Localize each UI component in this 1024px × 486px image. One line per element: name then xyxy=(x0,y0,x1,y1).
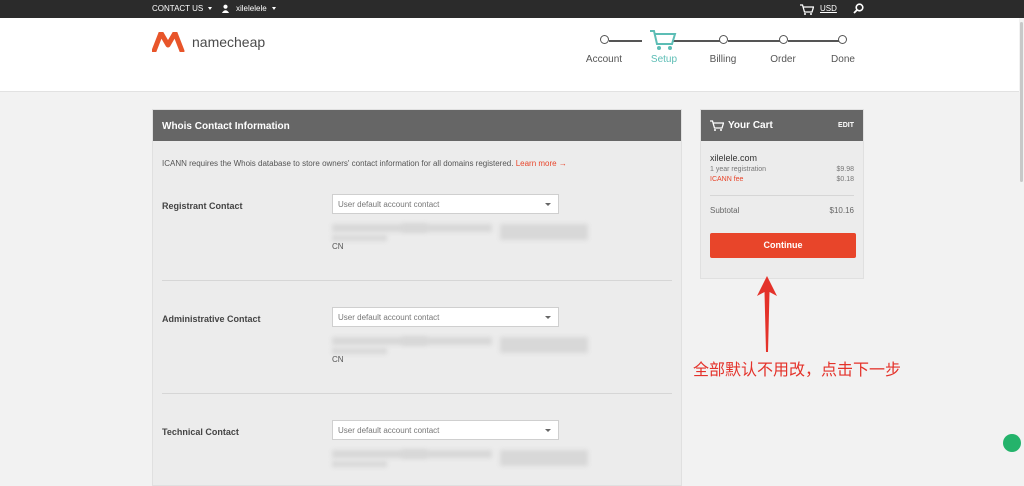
contact-row-administrative: Administrative Contact User default acco… xyxy=(162,281,672,394)
dropdown-arrow-icon xyxy=(545,429,551,432)
redacted-address xyxy=(402,224,492,232)
step-setup-label: Setup xyxy=(650,54,678,65)
contact-row-registrant: Registrant Contact User default account … xyxy=(162,168,672,281)
contact-row-technical: Technical Contact User default account c… xyxy=(162,394,672,486)
cart-line-item: ICANN fee $0.18 xyxy=(710,176,854,183)
cart-subtotal: Subtotal $10.16 xyxy=(710,206,854,215)
floating-chat-icon[interactable] xyxy=(1003,434,1021,452)
step-order-dot xyxy=(779,35,788,44)
redacted-phone xyxy=(500,224,588,240)
redacted-address xyxy=(332,348,387,354)
redacted-address xyxy=(402,450,492,458)
dropdown-arrow-icon xyxy=(545,203,551,206)
step-connector xyxy=(609,40,642,42)
contact-us-label: CONTACT US xyxy=(152,4,204,13)
checkout-steps: Account Setup Billing Order Done xyxy=(585,30,860,80)
cart-panel: Your Cart EDIT xilelele.com 1 year regis… xyxy=(700,109,864,279)
step-account-dot xyxy=(600,35,609,44)
step-billing-dot xyxy=(719,35,728,44)
namecheap-logo[interactable]: namecheap xyxy=(152,32,265,52)
select-value: User default account contact xyxy=(338,313,440,322)
step-done-label: Done xyxy=(831,54,855,65)
select-value: User default account contact xyxy=(338,200,440,209)
whois-panel: Whois Contact Information ICANN requires… xyxy=(152,109,682,486)
scrollbar-thumb[interactable] xyxy=(1020,22,1023,182)
whois-intro: ICANN requires the Whois database to sto… xyxy=(153,141,681,168)
whois-intro-text: ICANN requires the Whois database to sto… xyxy=(162,159,514,168)
line-item-label: 1 year registration xyxy=(710,166,767,173)
namecheap-logo-icon xyxy=(152,32,185,52)
line-item-price: $9.98 xyxy=(836,166,854,173)
cart-domain: xilelele.com xyxy=(710,153,758,163)
step-connector xyxy=(788,40,840,42)
contact-country: CN xyxy=(332,242,344,251)
annotation-text: 全部默认不用改，点击下一步 xyxy=(693,360,902,379)
contact-label: Registrant Contact xyxy=(162,201,243,211)
cart-icon xyxy=(710,120,724,131)
cart-link[interactable] xyxy=(800,4,814,15)
step-connector xyxy=(673,40,721,42)
cart-icon xyxy=(800,4,814,15)
contact-country: CN xyxy=(332,355,344,364)
subtotal-label: Subtotal xyxy=(710,206,740,215)
search-button[interactable] xyxy=(853,3,864,14)
annotation-arrow-icon xyxy=(757,276,777,352)
step-order-label: Order xyxy=(770,54,796,65)
username-label: xilelelele xyxy=(236,4,267,13)
search-icon xyxy=(853,3,864,14)
user-menu[interactable]: xilelelele xyxy=(221,4,276,13)
step-connector xyxy=(728,40,781,42)
top-bar: CONTACT US xilelelele USD xyxy=(0,0,1024,18)
dropdown-arrow-icon xyxy=(545,316,551,319)
registrant-contact-select[interactable]: User default account contact xyxy=(332,194,559,214)
line-item-label[interactable]: ICANN fee xyxy=(710,176,743,183)
chevron-down-icon xyxy=(208,7,213,10)
chevron-down-icon xyxy=(271,7,276,10)
currency-selector[interactable]: USD xyxy=(820,4,837,13)
step-done-dot xyxy=(838,35,847,44)
learn-more-link[interactable]: Learn more → xyxy=(516,159,567,168)
technical-contact-select[interactable]: User default account contact xyxy=(332,420,559,440)
select-value: User default account contact xyxy=(338,426,440,435)
contact-label: Administrative Contact xyxy=(162,314,261,324)
cart-line-item: 1 year registration $9.98 xyxy=(710,166,854,173)
contact-label: Technical Contact xyxy=(162,427,239,437)
redacted-address xyxy=(402,337,492,345)
cart-title: Your Cart xyxy=(728,120,773,131)
redacted-phone xyxy=(500,337,588,353)
contact-us-menu[interactable]: CONTACT US xyxy=(152,4,213,13)
continue-button[interactable]: Continue xyxy=(710,233,856,258)
redacted-address xyxy=(332,461,387,467)
divider xyxy=(710,195,854,196)
whois-panel-title: Whois Contact Information xyxy=(153,110,681,141)
step-account-label: Account xyxy=(585,54,623,65)
line-item-price: $0.18 xyxy=(836,176,854,183)
administrative-contact-select[interactable]: User default account contact xyxy=(332,307,559,327)
logo-text: namecheap xyxy=(192,34,266,50)
cart-header: Your Cart EDIT xyxy=(701,110,863,141)
redacted-address xyxy=(332,235,387,241)
edit-cart-link[interactable]: EDIT xyxy=(838,122,854,129)
user-icon xyxy=(221,4,230,13)
subtotal-value: $10.16 xyxy=(829,206,854,215)
cart-body: xilelele.com 1 year registration $9.98 I… xyxy=(701,141,863,258)
step-billing-label: Billing xyxy=(709,54,737,65)
cart-step-icon xyxy=(650,30,677,50)
currency-label: USD xyxy=(820,4,837,13)
redacted-phone xyxy=(500,450,588,466)
site-header: namecheap Account Setup Billing Order Do… xyxy=(0,18,1024,92)
